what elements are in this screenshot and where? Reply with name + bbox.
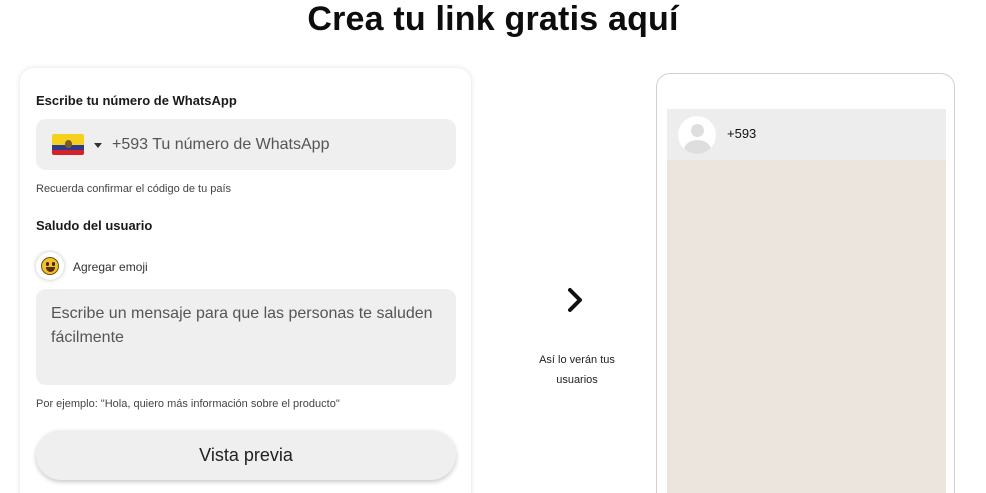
chevron-right-icon <box>568 288 582 312</box>
default-avatar-icon <box>678 116 716 154</box>
country-code-help: Recuerda confirmar el código de tu país <box>36 183 232 195</box>
preview-caption-line1: Así lo verán tus <box>539 354 615 366</box>
link-form-card: Escribe tu número de WhatsApp Recuerda c… <box>20 68 471 493</box>
preview-caption: Así lo verán tus usuarios <box>520 350 634 390</box>
preview-caption-line2: usuarios <box>556 374 598 386</box>
phone-field[interactable] <box>36 119 456 170</box>
smiley-emoji-icon <box>41 257 59 275</box>
contact-number: +593 <box>727 126 757 141</box>
phone-preview-frame: +593 <box>656 73 955 493</box>
chat-header: +593 <box>667 109 946 160</box>
greeting-message-input[interactable] <box>36 289 456 385</box>
page-title: Crea tu link gratis aquí <box>307 0 679 38</box>
ecuador-flag-icon[interactable] <box>52 134 84 155</box>
whatsapp-number-label: Escribe tu número de WhatsApp <box>36 93 237 108</box>
chat-screen: +593 <box>667 109 946 493</box>
preview-button[interactable]: Vista previa <box>36 430 456 480</box>
add-emoji-label[interactable]: Agregar emoji <box>73 260 148 274</box>
phone-number-input[interactable] <box>112 119 442 170</box>
greeting-label: Saludo del usuario <box>36 218 153 233</box>
caret-down-icon[interactable] <box>94 143 102 148</box>
add-emoji-button[interactable] <box>36 252 64 280</box>
example-text: Por ejemplo: "Hola, quiero más informaci… <box>36 398 340 410</box>
